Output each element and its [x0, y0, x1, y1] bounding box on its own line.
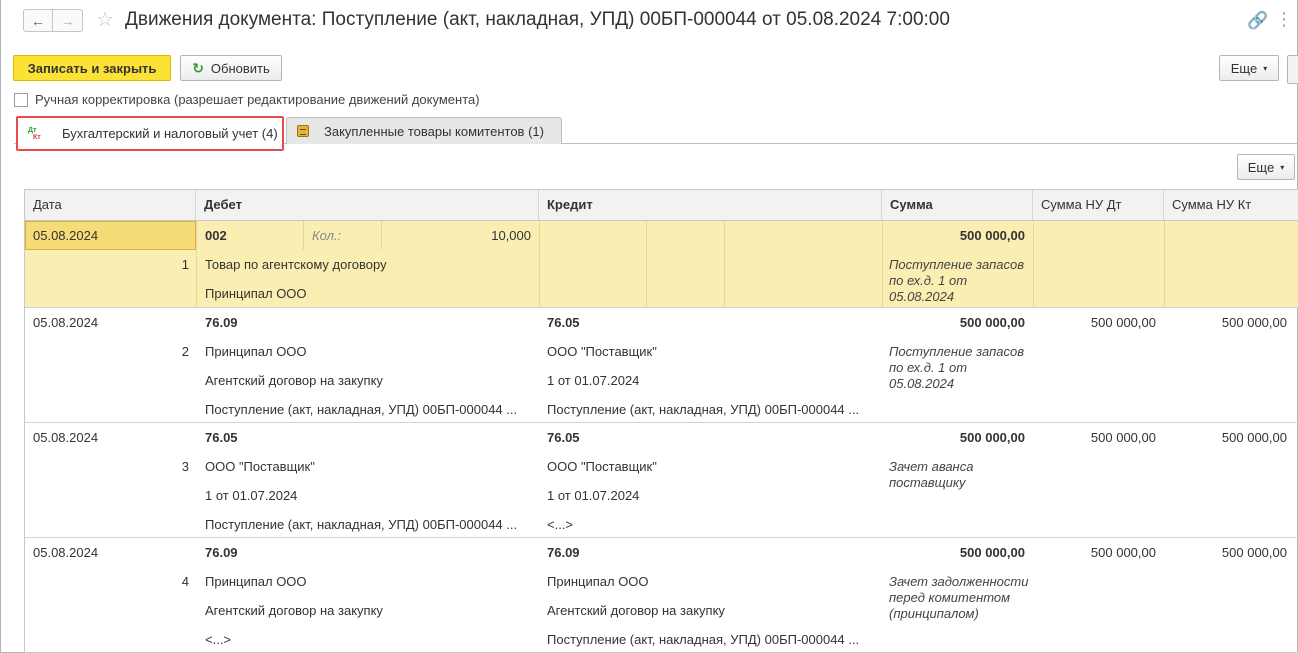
credit-subconto: Поступление (акт, накладная, УПД) 00БП-0…: [547, 632, 860, 647]
quantity-label: Кол.:: [312, 228, 342, 243]
sum-nu-kt: 500 000,00: [1221, 545, 1287, 560]
manual-edit-label: Ручная корректировка (разрешает редактир…: [35, 92, 480, 107]
more-vertical-icon[interactable]: ⋮: [1275, 10, 1293, 28]
column-header-sum[interactable]: Сумма: [882, 190, 1033, 220]
grid-more-button[interactable]: Еще ▾: [1237, 154, 1295, 180]
column-header-sum-nu-kt[interactable]: Сумма НУ Кт: [1164, 190, 1298, 220]
row-comment: Зачет задолженности перед комитентом (пр…: [889, 574, 1029, 621]
credit-account: 76.05: [547, 315, 580, 330]
sum-nu-dt: 500 000,00: [1090, 430, 1156, 445]
tab-purchased-goods[interactable]: Закупленные товары комитентов (1): [286, 117, 562, 144]
debit-subconto: Агентский договор на закупку: [205, 373, 383, 388]
row-comment: Поступление запасов по ех.д. 1 от 05.08.…: [889, 257, 1025, 304]
row-number: 3: [181, 459, 189, 474]
more-label: Еще: [1247, 159, 1275, 175]
refresh-button[interactable]: ↻ Обновить: [180, 55, 282, 81]
column-header-credit[interactable]: Кредит: [539, 190, 882, 220]
debit-subconto: Товар по агентскому договору: [205, 257, 387, 272]
row-number: 2: [181, 344, 189, 359]
write-and-close-button[interactable]: Записать и закрыть: [13, 55, 171, 81]
arrow-right-icon: →: [60, 12, 75, 29]
row-sum: 500 000,00: [959, 228, 1025, 243]
row-date: 05.08.2024: [33, 430, 99, 445]
tab-label: Бухгалтерский и налоговый учет (4): [62, 126, 278, 141]
forward-button[interactable]: →: [53, 9, 83, 32]
back-button[interactable]: ←: [23, 9, 53, 32]
table-row[interactable]: 05.08.2024 3 76.05 ООО "Поставщик" 1 от …: [25, 423, 1298, 538]
debit-account: 76.09: [205, 315, 238, 330]
debit-subconto: Поступление (акт, накладная, УПД) 00БП-0…: [205, 517, 518, 532]
star-icon[interactable]: ☆: [96, 7, 114, 32]
debit-subconto: ООО "Поставщик": [205, 459, 315, 474]
row-number: 1: [181, 257, 189, 272]
more-label: Еще: [1230, 60, 1258, 76]
refresh-label: Обновить: [210, 60, 270, 76]
column-header-sum-nu-dt[interactable]: Сумма НУ Дт: [1033, 190, 1164, 220]
credit-subconto: Поступление (акт, накладная, УПД) 00БП-0…: [547, 402, 860, 417]
debit-account: 76.05: [205, 430, 238, 445]
link-icon[interactable]: 🔗: [1247, 11, 1268, 31]
row-date: 05.08.2024: [33, 315, 99, 330]
debit-subconto: 1 от 01.07.2024: [205, 488, 298, 503]
table-header: Дата Дебет Кредит Сумма Сумма НУ Дт Сумм…: [25, 190, 1298, 221]
credit-subconto: Принципал ООО: [547, 574, 649, 589]
sum-nu-kt: 500 000,00: [1221, 430, 1287, 445]
row-sum: 500 000,00: [959, 545, 1025, 560]
chevron-down-icon: ▾: [1280, 162, 1285, 172]
manual-edit-checkbox[interactable]: [14, 92, 28, 107]
debit-subconto: Принципал ООО: [205, 286, 307, 301]
manual-edit-row[interactable]: Ручная корректировка (разрешает редактир…: [14, 92, 480, 107]
debit-subconto: Агентский договор на закупку: [205, 603, 383, 618]
row-number: 4: [181, 574, 189, 589]
debit-subconto: Принципал ООО: [205, 574, 307, 589]
sum-nu-kt: 500 000,00: [1221, 315, 1287, 330]
row-date: 05.08.2024: [33, 228, 99, 243]
credit-subconto: <...>: [547, 517, 574, 532]
debit-subconto: Принципал ООО: [205, 344, 307, 359]
credit-subconto: ООО "Поставщик": [547, 344, 657, 359]
credit-subconto: 1 от 01.07.2024: [547, 488, 640, 503]
arrow-left-icon: ←: [31, 12, 45, 29]
page-title: Движения документа: Поступление (акт, на…: [125, 9, 950, 30]
row-comment: Поступление запасов по ех.д. 1 от 05.08.…: [889, 344, 1025, 391]
credit-account: 76.09: [547, 545, 580, 560]
dt-kt-icon: Дт Кт: [28, 126, 41, 141]
movements-table[interactable]: Дата Дебет Кредит Сумма Сумма НУ Дт Сумм…: [24, 189, 1298, 653]
row-comment: Зачет аванса поставщику: [889, 459, 974, 490]
table-row[interactable]: 05.08.2024 1 002 Кол.: 10,000 Товар по а…: [25, 221, 1298, 308]
quantity-value: 10,000: [491, 228, 531, 243]
refresh-icon: ↻: [192, 59, 204, 76]
debit-account: 002: [205, 228, 227, 243]
row-sum: 500 000,00: [959, 430, 1025, 445]
column-header-date[interactable]: Дата: [25, 190, 196, 220]
document-icon: [297, 125, 309, 137]
credit-subconto: 1 от 01.07.2024: [547, 373, 640, 388]
credit-account: 76.05: [547, 430, 580, 445]
debit-subconto: <...>: [205, 632, 232, 647]
chevron-down-icon: ▾: [1263, 63, 1268, 73]
row-sum: 500 000,00: [959, 315, 1025, 330]
credit-subconto: ООО "Поставщик": [547, 459, 657, 474]
tab-accounting[interactable]: Дт Кт Бухгалтерский и налоговый учет (4): [16, 116, 284, 151]
debit-subconto: Поступление (акт, накладная, УПД) 00БП-0…: [205, 402, 518, 417]
more-button[interactable]: Еще ▾: [1219, 55, 1279, 81]
credit-subconto: Агентский договор на закупку: [547, 603, 725, 618]
table-row[interactable]: 05.08.2024 2 76.09 Принципал ООО Агентск…: [25, 308, 1298, 423]
overflow-button[interactable]: [1287, 55, 1298, 84]
debit-account: 76.09: [205, 545, 238, 560]
column-header-debit[interactable]: Дебет: [196, 190, 539, 220]
tab-label: Закупленные товары комитентов (1): [324, 123, 544, 139]
sum-nu-dt: 500 000,00: [1090, 545, 1156, 560]
sum-nu-dt: 500 000,00: [1090, 315, 1156, 330]
title-bar: ← → ☆ Движения документа: Поступление (а…: [0, 0, 1298, 42]
table-row[interactable]: 05.08.2024 4 76.09 Принципал ООО Агентск…: [25, 538, 1298, 652]
row-date: 05.08.2024: [33, 545, 99, 560]
